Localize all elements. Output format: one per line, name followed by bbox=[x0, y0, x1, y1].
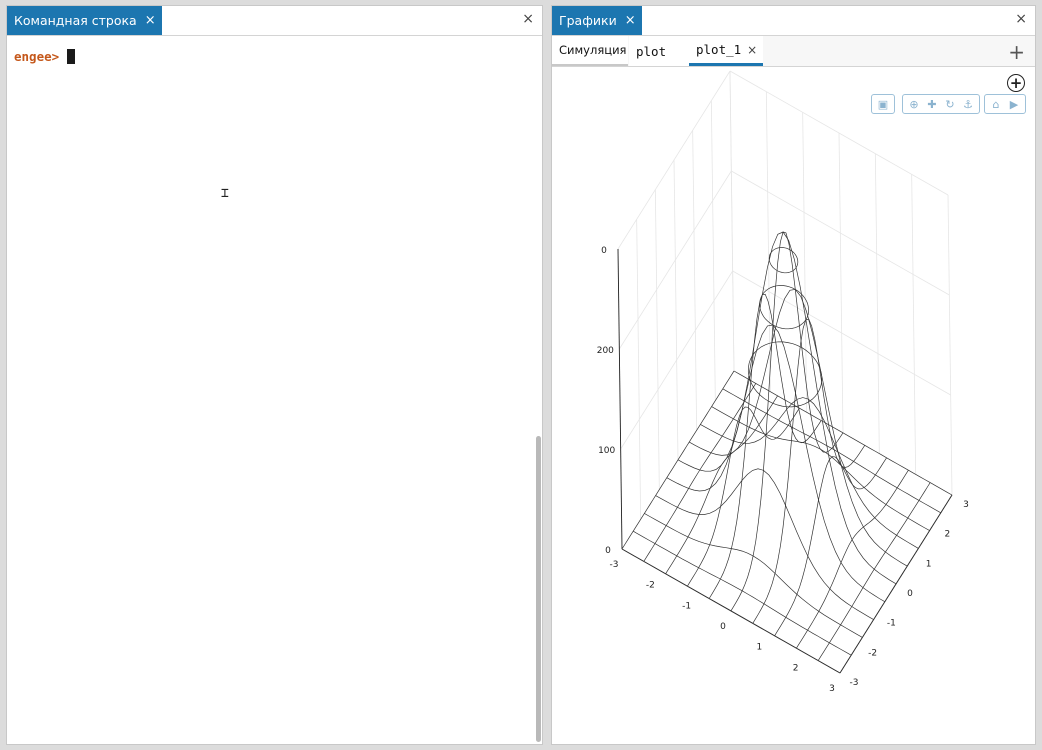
grid-line bbox=[731, 170, 950, 296]
tab-command-line-label: Командная строка bbox=[14, 13, 137, 28]
command-line-tabbar: Командная строка × × bbox=[7, 6, 542, 36]
close-panel-icon[interactable]: × bbox=[1015, 11, 1027, 27]
surface-plot[interactable]: -3 -2 -1 0 1 2 3 -3 -2 -1 0 1 2 3 0 100 200 0 bbox=[552, 67, 1035, 745]
z-axis-line bbox=[617, 248, 623, 550]
z-tick-label: 0 bbox=[601, 246, 607, 256]
grid-line bbox=[765, 91, 771, 392]
grid-line bbox=[692, 130, 698, 431]
surface-line bbox=[733, 370, 953, 496]
close-panel-icon[interactable]: × bbox=[522, 11, 534, 27]
tab-close-icon[interactable]: × bbox=[145, 13, 156, 28]
toolbar-group-reset: ⌂ ▶ bbox=[984, 94, 1026, 114]
grid-line bbox=[654, 189, 660, 490]
subtab-plot-1-label: plot_1 bbox=[696, 42, 742, 57]
reset-home-icon[interactable]: ⌂ bbox=[987, 98, 1005, 111]
tab-close-icon[interactable]: × bbox=[625, 13, 636, 28]
plots-panel: Графики × × Симуляция plot plot_1 × + -3… bbox=[551, 5, 1036, 745]
y-tick-label: 0 bbox=[907, 589, 913, 599]
prompt-line: engee> bbox=[14, 49, 76, 64]
pan-icon[interactable]: ✚ bbox=[923, 98, 941, 111]
plot-area[interactable]: -3 -2 -1 0 1 2 3 -3 -2 -1 0 1 2 3 0 100 200 0 + ▣ ⊕ ✚ ↻ ⚓… bbox=[552, 67, 1035, 744]
y-tick-label: -2 bbox=[868, 648, 877, 658]
surface-line bbox=[633, 530, 852, 656]
y-tick-label: 2 bbox=[944, 530, 950, 540]
grid-line bbox=[874, 153, 880, 454]
x-tick-label: 1 bbox=[756, 643, 762, 653]
surface-line bbox=[730, 231, 844, 611]
toolbar-group-navigation: ⊕ ✚ ↻ ⚓ bbox=[902, 94, 980, 114]
surface-line bbox=[839, 494, 953, 674]
grid-line bbox=[729, 70, 735, 372]
console-area[interactable]: engee> ⌶ bbox=[7, 36, 542, 744]
z-tick-label: 100 bbox=[598, 446, 615, 456]
reset-camera-icon[interactable]: ▶ bbox=[1005, 98, 1023, 111]
subtab-plot[interactable]: plot bbox=[629, 36, 689, 66]
tab-command-line[interactable]: Командная строка × bbox=[7, 6, 162, 35]
zoom-icon[interactable]: ⊕ bbox=[905, 98, 923, 111]
surface-line bbox=[722, 388, 941, 514]
y-tick-label: 3 bbox=[963, 500, 969, 510]
zoom-plus-icon[interactable]: + bbox=[1007, 74, 1025, 92]
subtab-plot-1[interactable]: plot_1 × bbox=[689, 36, 763, 66]
text-cursor bbox=[67, 49, 76, 64]
x-tick-label: 3 bbox=[829, 684, 835, 694]
surface-wireframe bbox=[621, 231, 953, 674]
toolbar-group-snapshot: ▣ bbox=[871, 94, 895, 114]
tab-plots-label: Графики bbox=[559, 13, 617, 28]
subtab-simulation[interactable]: Симуляция bbox=[552, 36, 628, 66]
y-tick-label: -3 bbox=[850, 678, 859, 688]
ibeam-cursor-icon: ⌶ bbox=[221, 186, 229, 201]
grid-line bbox=[710, 100, 716, 401]
z-tick-label: 200 bbox=[597, 346, 614, 356]
grid-line bbox=[802, 112, 808, 413]
surface-line bbox=[655, 468, 874, 620]
surface-line bbox=[817, 482, 931, 661]
x-tick-label: -1 bbox=[682, 601, 691, 611]
x-tick-label: -3 bbox=[610, 560, 619, 570]
surface-line bbox=[711, 406, 930, 531]
x-tick-label: 0 bbox=[720, 622, 726, 632]
surface-line bbox=[643, 383, 757, 562]
grid-line bbox=[732, 270, 951, 396]
y-tick-label: 1 bbox=[926, 559, 932, 569]
subtab-close-icon[interactable]: × bbox=[747, 43, 757, 57]
y-tick-label: -1 bbox=[887, 619, 896, 629]
camera-icon[interactable]: ▣ bbox=[874, 98, 892, 111]
console-scrollbar[interactable] bbox=[536, 436, 541, 742]
tab-plots[interactable]: Графики × bbox=[552, 6, 642, 35]
x-tick-label: -2 bbox=[646, 581, 655, 591]
turntable-icon[interactable]: ⚓ bbox=[959, 98, 977, 111]
add-tab-icon[interactable]: + bbox=[1008, 40, 1025, 64]
x-tick-label: 2 bbox=[793, 663, 799, 673]
subtab-simulation-label: Симуляция bbox=[559, 43, 627, 57]
grid-line bbox=[729, 70, 949, 196]
grid-line bbox=[947, 194, 953, 496]
z-tick-label: 0 bbox=[605, 546, 611, 556]
plots-tabbar: Графики × × bbox=[552, 6, 1035, 36]
command-line-panel: Командная строка × × engee> ⌶ bbox=[6, 5, 543, 745]
grid-line bbox=[911, 174, 917, 475]
grid-line bbox=[673, 159, 679, 461]
surface-line bbox=[644, 513, 863, 638]
orbit-icon[interactable]: ↻ bbox=[941, 98, 959, 111]
surface-line bbox=[687, 406, 800, 587]
prompt-label: engee> bbox=[14, 49, 60, 64]
plot-subtabs: Симуляция plot plot_1 × bbox=[552, 36, 1035, 67]
surface-line bbox=[774, 456, 887, 636]
surface-line bbox=[621, 548, 841, 674]
subtab-plot-label: plot bbox=[636, 43, 667, 59]
surface-line bbox=[700, 397, 919, 549]
surface-line bbox=[689, 289, 908, 567]
contour-ring bbox=[768, 247, 799, 274]
grid-line bbox=[838, 132, 844, 434]
grid-line bbox=[636, 219, 642, 520]
